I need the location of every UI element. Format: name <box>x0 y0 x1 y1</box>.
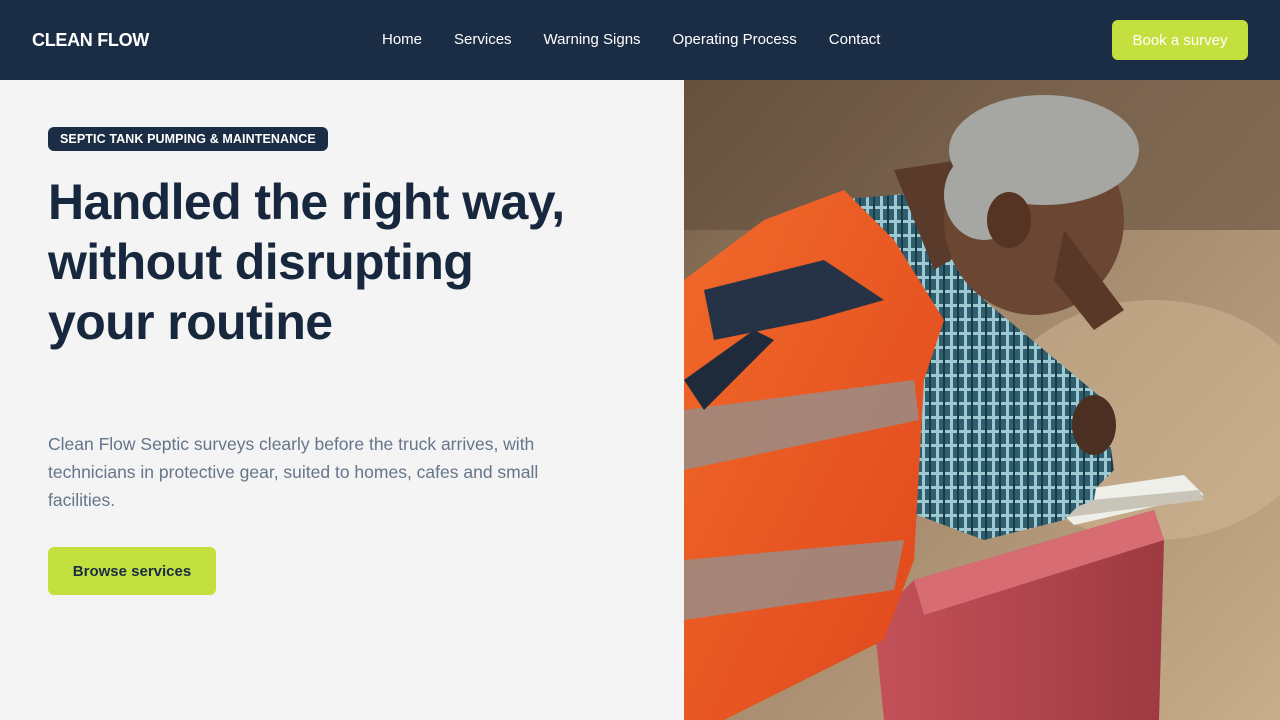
nav-warning-signs[interactable]: Warning Signs <box>528 0 657 80</box>
main-nav: Home Services Warning Signs Operating Pr… <box>366 0 896 80</box>
nav-operating-process[interactable]: Operating Process <box>657 0 813 80</box>
book-survey-button[interactable]: Book a survey <box>1112 20 1248 60</box>
hero-headline: Handled the right way, without disruptin… <box>48 174 565 350</box>
nav-contact[interactable]: Contact <box>813 0 897 80</box>
hero-eyebrow-badge: SEPTIC TANK PUMPING & MAINTENANCE <box>48 127 328 151</box>
hero-section: SEPTIC TANK PUMPING & MAINTENANCE Handle… <box>0 80 684 720</box>
worker-in-safety-vest-photo <box>684 80 1280 720</box>
nav-home[interactable]: Home <box>366 0 438 80</box>
brand-logo[interactable]: CLEAN FLOW <box>32 0 149 80</box>
nav-services[interactable]: Services <box>438 0 528 80</box>
browse-services-button[interactable]: Browse services <box>48 547 216 595</box>
site-header: CLEAN FLOW Home Services Warning Signs O… <box>0 0 1280 80</box>
hero-subtext: Clean Flow Septic surveys clearly before… <box>48 434 539 510</box>
